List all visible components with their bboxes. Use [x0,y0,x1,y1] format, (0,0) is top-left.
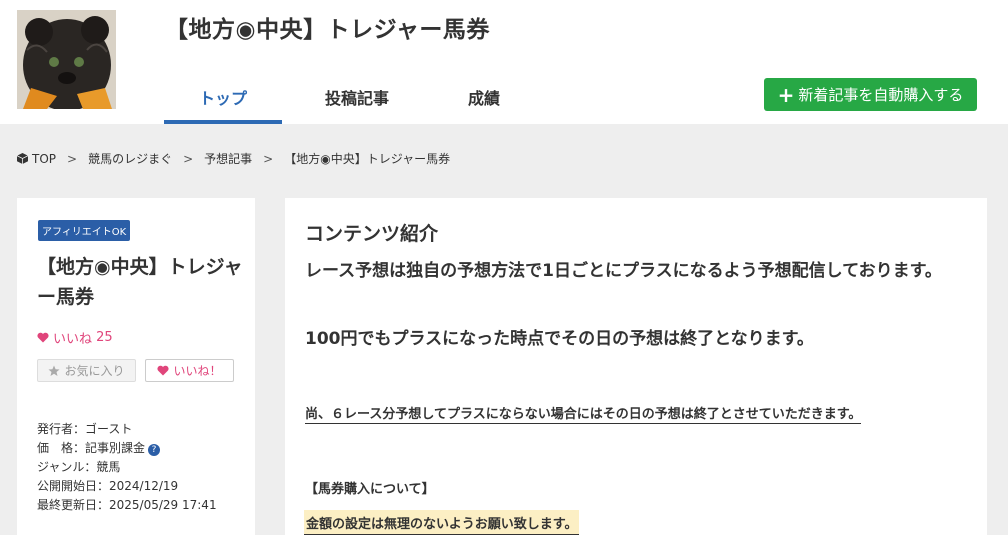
site-title[interactable]: 【地方◉中央】トレジャー馬券 [165,10,490,44]
chevron-right-icon: > [67,151,78,166]
plus-icon: + [777,82,795,107]
breadcrumb: TOP > 競馬のレジまぐ > 予想記事 > 【地方◉中央】トレジャー馬券 [17,150,450,167]
article-info-card: アフィリエイトOK 【地方◉中央】トレジャー馬券 いいね 25 お気に入り いい… [17,198,255,535]
updated-date-row: 最終更新日：2025/05/29 17:41 [37,498,217,512]
section-label: 【馬券購入について】 [305,482,435,497]
auto-purchase-button[interactable]: + 新着記事を自動購入する [764,78,977,111]
heart-icon [37,332,49,343]
auto-purchase-label: 新着記事を自動購入する [798,86,964,104]
likes-count: いいね 25 [37,328,113,347]
breadcrumb-current: 【地方◉中央】トレジャー馬券 [284,152,451,166]
tab-posts[interactable]: 投稿記事 [282,70,432,124]
breadcrumb-top[interactable]: TOP [17,152,56,166]
start-date-row: 公開開始日：2024/12/19 [37,479,179,493]
content-paragraph: 100円でもプラスになった時点でその日の予想は終了となります。 [305,329,814,349]
tab-results[interactable]: 成績 [432,70,536,124]
chevron-right-icon: > [183,151,194,166]
breadcrumb-keiba[interactable]: 競馬のレジまぐ [88,150,172,167]
star-icon [48,365,60,376]
tab-bar: トップ 投稿記事 成績 [164,70,536,124]
tab-top[interactable]: トップ [164,70,282,124]
article-meta: 発行者：ゴースト 価 格：記事別課金? ジャンル：競馬 公開開始日：2024/1… [37,420,217,515]
avatar[interactable] [17,10,116,109]
genre-row: ジャンル：競馬 [37,460,121,474]
help-icon[interactable]: ? [148,444,161,456]
publisher-name[interactable]: ゴースト [85,422,132,436]
content-note: 尚、６レース分予想してプラスにならない場合にはその日の予想は終了とさせていただき… [305,403,862,424]
heart-icon [157,365,170,376]
like-button[interactable]: いいね！ [145,359,234,382]
cube-icon [17,152,28,164]
main-area: TOP > 競馬のレジまぐ > 予想記事 > 【地方◉中央】トレジャー馬券 アフ… [0,124,1008,535]
content-paragraph: レース予想は独自の予想方法で1日ごとにプラスになるよう予想配信しております。 [305,261,942,281]
chevron-right-icon: > [263,151,274,166]
highlighted-text: 金額の設定は無理のないようお願い致します。 [304,510,580,535]
content-card: コンテンツ紹介 レース予想は独自の予想方法で1日ごとにプラスになるよう予想配信し… [285,198,987,535]
price-row: 価 格：記事別課金? [37,439,217,458]
favorite-button[interactable]: お気に入り [37,359,136,382]
site-header: 【地方◉中央】トレジャー馬券 トップ 投稿記事 成績 + 新着記事を自動購入する [0,0,1008,124]
publisher-row: 発行者：ゴースト [37,422,133,436]
article-title: 【地方◉中央】トレジャー馬券 [37,256,243,308]
content-heading: コンテンツ紹介 [305,223,439,245]
affiliate-badge: アフィリエイトOK [38,220,131,241]
breadcrumb-articles[interactable]: 予想記事 [204,150,252,167]
